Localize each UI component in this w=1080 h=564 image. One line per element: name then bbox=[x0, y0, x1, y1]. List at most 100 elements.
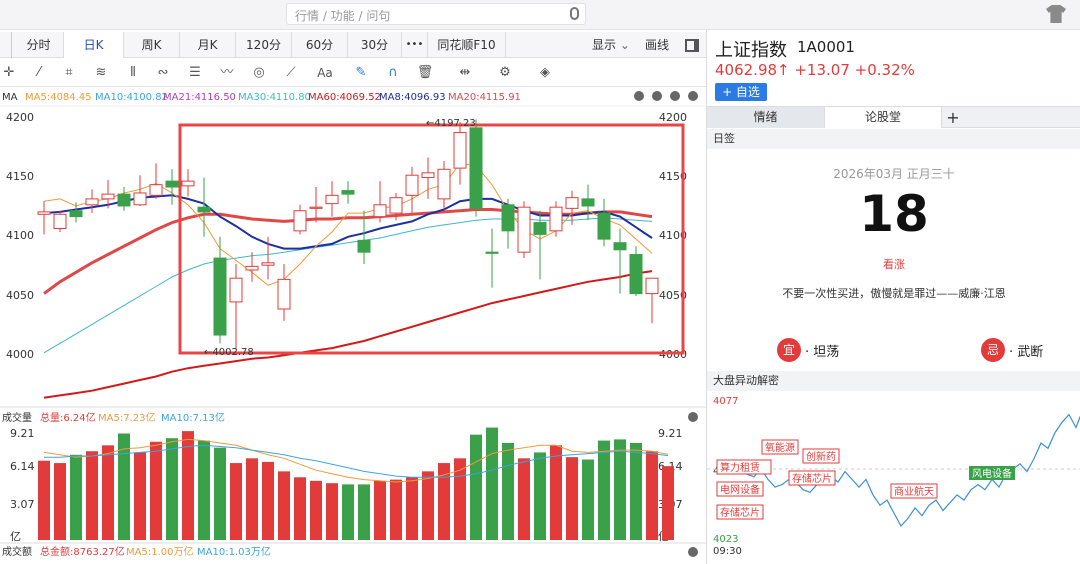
microphone-icon[interactable] bbox=[570, 7, 579, 20]
text-icon[interactable]: Aa bbox=[312, 64, 338, 82]
tab-120min[interactable]: 120分 bbox=[236, 32, 292, 58]
layers-icon[interactable]: ◈ bbox=[536, 64, 554, 82]
price-axis-left: 4200 4150 4100 4050 4000 bbox=[6, 111, 34, 361]
amount-settings-icon[interactable] bbox=[688, 547, 698, 557]
pen-icon[interactable]: ✎ bbox=[352, 64, 370, 82]
ma20-legend: MA20:4115.91 bbox=[448, 92, 521, 103]
candle-body bbox=[645, 277, 659, 295]
volume-legend-label: 成交量 bbox=[2, 411, 32, 424]
settings-icon[interactable] bbox=[670, 91, 680, 101]
add-watchlist-button[interactable]: + 自选 bbox=[715, 83, 767, 101]
tab-30min[interactable]: 30分 bbox=[348, 32, 402, 58]
minus-icon[interactable] bbox=[634, 91, 644, 101]
volume-bar bbox=[70, 454, 82, 540]
bars-icon[interactable]: ⫴ bbox=[124, 64, 142, 82]
ma60-legend: MA60:4069.52 bbox=[308, 92, 381, 103]
volume-total: 总量:6.24亿 bbox=[40, 411, 96, 424]
volume-bar bbox=[662, 466, 674, 540]
candle-body bbox=[341, 190, 355, 195]
add-tab-icon[interactable]: + bbox=[942, 107, 964, 128]
index-code: 1A0001 bbox=[797, 38, 855, 56]
svg-text:存储芯片: 存储芯片 bbox=[720, 506, 760, 519]
tag-compute[interactable]: 算力租赁 bbox=[716, 459, 772, 475]
tag-wind[interactable]: 风电设备 bbox=[969, 466, 1015, 480]
volume-bar bbox=[262, 461, 274, 540]
tab-60min[interactable]: 60分 bbox=[292, 32, 348, 58]
tab-daily-k[interactable]: 日K bbox=[64, 32, 124, 58]
volume-tick: 亿 bbox=[10, 530, 21, 543]
tab-f10[interactable]: 同花顺F10 bbox=[428, 32, 506, 58]
fan-icon[interactable]: ≋ bbox=[92, 64, 110, 82]
volume-bar bbox=[54, 463, 66, 540]
ji-badge: 忌 bbox=[981, 338, 1005, 362]
tab-monthly-k[interactable]: 月K bbox=[180, 32, 236, 58]
low-annotation: ←4002.78 bbox=[204, 347, 254, 358]
list-icon[interactable]: ☰ bbox=[186, 64, 204, 82]
volume-bar bbox=[310, 480, 322, 540]
plus-icon[interactable] bbox=[652, 91, 662, 101]
intraday-mini-chart[interactable]: 4077 4050 4023 09:30 氧能源 创新药 算力租赁 电网设备 存… bbox=[707, 392, 1080, 564]
ma5-legend: MA5:4084.45 bbox=[25, 92, 92, 103]
tab-sentiment[interactable]: 情绪 bbox=[707, 107, 824, 128]
volume-bar bbox=[230, 463, 242, 540]
candle-body bbox=[277, 278, 291, 310]
wave-icon[interactable]: 〰 bbox=[218, 64, 236, 82]
skin-shirt-icon[interactable] bbox=[1046, 5, 1066, 23]
volume-bar bbox=[278, 471, 290, 540]
candle-body bbox=[149, 184, 163, 196]
tag-storage-2[interactable]: 存储芯片 bbox=[716, 504, 764, 520]
volume-bar bbox=[406, 477, 418, 540]
line-icon[interactable]: ⁄ bbox=[30, 64, 48, 82]
gear-icon[interactable]: ⚙ bbox=[496, 64, 514, 82]
tab-intraday[interactable]: 分时 bbox=[14, 32, 64, 58]
crop-icon[interactable]: ⌗ bbox=[60, 64, 78, 82]
candle bbox=[549, 201, 563, 237]
tag-hydrogen[interactable]: 氧能源 bbox=[761, 439, 799, 455]
amount-legend-label: 成交额 bbox=[2, 545, 32, 558]
drawing-toolbar: ✛ ⁄ ⌗ ≋ ⫴ ∾ ☰ 〰 ◎ ⟋ Aa ✎ ∩ 🗑 ⇹ ⚙ ◈ bbox=[0, 59, 706, 87]
display-label: 显示 bbox=[592, 38, 617, 52]
tag-grid[interactable]: 电网设备 bbox=[716, 481, 764, 497]
candle-body bbox=[533, 222, 547, 235]
display-dropdown[interactable]: 显示 ⌄ bbox=[586, 32, 636, 58]
search-input[interactable]: 行情 / 功能 / 问句 bbox=[286, 3, 586, 25]
candle-body bbox=[405, 174, 419, 196]
svg-text:算力租赁: 算力租赁 bbox=[720, 461, 760, 474]
candle-body bbox=[117, 193, 131, 207]
kline-chart[interactable]: MA MA5:4084.45 MA10:4100.82 MA21:4116.50… bbox=[0, 88, 706, 564]
candle bbox=[293, 204, 307, 235]
volume-bar bbox=[198, 440, 210, 540]
tab-forum[interactable]: 论股堂 bbox=[824, 107, 942, 128]
candle bbox=[229, 264, 243, 350]
svg-text:存储芯片: 存储芯片 bbox=[792, 472, 832, 485]
volume-settings-icon[interactable] bbox=[688, 412, 698, 422]
panel-toggle-icon[interactable] bbox=[0, 32, 12, 58]
ruler-icon[interactable]: ⟋ bbox=[282, 64, 300, 82]
ma60-line bbox=[43, 270, 653, 399]
crosshair-icon[interactable]: ✛ bbox=[0, 64, 18, 82]
candle bbox=[517, 201, 531, 259]
link-icon[interactable]: ∾ bbox=[154, 64, 172, 82]
candle bbox=[421, 157, 435, 199]
search-placeholder: 行情 / 功能 / 问句 bbox=[295, 9, 391, 23]
move-icon[interactable]: ⇹ bbox=[456, 64, 474, 82]
svg-text:氧能源: 氧能源 bbox=[765, 441, 795, 454]
trash-icon[interactable]: 🗑 bbox=[416, 64, 434, 82]
volume-bar bbox=[86, 451, 98, 540]
cycle-icon[interactable]: ◎ bbox=[250, 64, 268, 82]
volume-tick: 3.07 bbox=[10, 498, 35, 511]
tag-aerospace[interactable]: 商业航天 bbox=[890, 483, 938, 499]
amount-legend: 成交额 总金额:8763.27亿 MA5:1.00万亿 MA10:1.03万亿 bbox=[2, 545, 698, 558]
tab-more[interactable]: ••• bbox=[402, 32, 428, 58]
candle bbox=[341, 181, 355, 204]
ma-legend: MA MA5:4084.45 MA10:4100.82 MA21:4116.50… bbox=[2, 92, 521, 103]
draw-line-button[interactable]: 画线 bbox=[640, 32, 674, 58]
sidebar-toggle-icon[interactable] bbox=[682, 32, 702, 58]
tag-storage-1[interactable]: 存储芯片 bbox=[788, 470, 836, 486]
close-icon[interactable] bbox=[688, 91, 698, 101]
tab-weekly-k[interactable]: 周K bbox=[124, 32, 180, 58]
candle bbox=[485, 228, 499, 288]
calendar-header: 日签 bbox=[707, 129, 1080, 149]
magnet-icon[interactable]: ∩ bbox=[384, 64, 402, 82]
tag-pharma[interactable]: 创新药 bbox=[802, 448, 840, 464]
